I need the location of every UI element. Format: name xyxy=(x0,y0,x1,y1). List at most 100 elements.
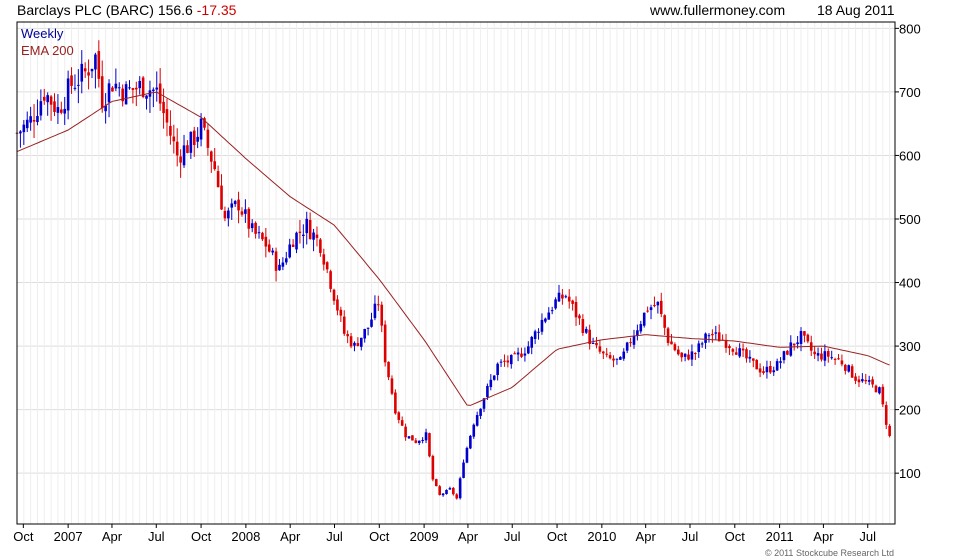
candle-body xyxy=(383,324,387,363)
candle-body xyxy=(741,348,745,351)
candle-body xyxy=(602,351,605,354)
candle-body xyxy=(625,342,629,351)
candle-body xyxy=(428,433,431,457)
candle-body xyxy=(162,101,165,114)
x-tick-label: 2011 xyxy=(766,529,794,544)
candle-body xyxy=(97,51,101,79)
candle-body xyxy=(523,353,527,356)
y-tick-label: 200 xyxy=(899,403,921,418)
candle-body xyxy=(206,129,210,148)
candle-body xyxy=(700,343,704,345)
candle-body xyxy=(114,83,118,89)
candle-body xyxy=(404,426,407,438)
candle-body xyxy=(394,392,397,414)
candle-body xyxy=(145,95,148,99)
candle-body xyxy=(550,310,554,312)
candle-body xyxy=(874,385,878,393)
candle-body xyxy=(199,118,203,140)
x-axis: Oct 2007 Apr Jul Oct 2008 Apr Jul Oct 2009 Apr Jul O… xyxy=(13,524,876,544)
candle-body xyxy=(462,462,465,478)
candle-body xyxy=(619,356,622,360)
copyright-notice: © 2011 Stockcube Research Ltd xyxy=(764,548,894,558)
candle-body xyxy=(90,68,94,72)
candle-body xyxy=(540,319,544,332)
candle-body xyxy=(209,151,213,162)
candle-body xyxy=(152,89,155,92)
candle-body xyxy=(421,439,424,441)
candle-body xyxy=(584,328,588,333)
candle-body xyxy=(77,84,80,86)
candle-body xyxy=(424,432,428,441)
candle-body xyxy=(417,440,421,444)
x-tick-label: 2010 xyxy=(587,529,616,544)
candle-body xyxy=(762,371,765,373)
candle-body xyxy=(547,312,551,320)
candle-body xyxy=(734,352,738,355)
candle-body xyxy=(227,210,230,219)
x-tick-label: Jul xyxy=(326,529,343,544)
candle-body xyxy=(131,88,135,90)
candle-body xyxy=(70,75,73,86)
candle-body xyxy=(257,232,261,234)
candle-body xyxy=(325,262,329,270)
candle-body xyxy=(346,334,349,337)
candle-body xyxy=(87,72,90,76)
candle-body xyxy=(469,435,472,449)
candle-body xyxy=(213,161,217,170)
candle-body xyxy=(128,87,131,89)
candle-body xyxy=(305,218,309,234)
candle-body xyxy=(557,292,561,302)
candle-body xyxy=(370,319,373,327)
candle-body xyxy=(66,78,70,111)
candle-body xyxy=(697,343,701,352)
candle-body xyxy=(799,330,803,344)
candle-body xyxy=(765,366,769,373)
x-tick-label: Jul xyxy=(504,529,521,544)
candle-body xyxy=(677,349,680,355)
candle-body xyxy=(452,487,455,495)
candle-body xyxy=(520,353,523,357)
candle-body xyxy=(707,335,711,337)
x-tick-label: Apr xyxy=(636,529,657,544)
y-tick-label: 500 xyxy=(899,212,921,227)
candle-body xyxy=(598,346,602,352)
candle-body xyxy=(302,234,305,236)
candle-body xyxy=(516,352,520,355)
candle-body xyxy=(850,366,854,378)
candle-body xyxy=(581,319,585,333)
candle-body xyxy=(445,489,448,495)
candle-body xyxy=(475,415,479,426)
candle-body xyxy=(250,223,254,229)
candle-body xyxy=(527,346,530,354)
candle-body xyxy=(458,478,462,499)
candle-body xyxy=(172,136,176,142)
candle-body xyxy=(724,339,728,348)
candle-body xyxy=(888,425,891,436)
candle-body xyxy=(441,493,445,496)
candle-body xyxy=(353,342,356,346)
candle-body xyxy=(605,353,609,355)
candle-body xyxy=(714,332,718,334)
candle-body xyxy=(775,361,779,371)
candle-body xyxy=(336,299,339,311)
candle-body xyxy=(281,262,285,267)
candle-body xyxy=(680,352,684,358)
candle-body xyxy=(267,244,271,252)
candle-body xyxy=(871,379,874,385)
x-tick-label: 2009 xyxy=(410,529,439,544)
candle-body xyxy=(244,209,247,214)
candle-body xyxy=(342,316,346,334)
candle-body xyxy=(857,379,861,383)
candle-body xyxy=(646,310,649,312)
candle-body xyxy=(533,331,537,339)
candle-body xyxy=(656,301,660,306)
candle-body xyxy=(19,131,22,134)
candle-body xyxy=(653,305,656,307)
candle-body xyxy=(138,80,142,89)
candle-body xyxy=(73,87,77,89)
candle-body xyxy=(329,271,332,289)
y-tick-label: 100 xyxy=(899,466,921,481)
candle-body xyxy=(42,96,46,101)
candle-body xyxy=(100,76,104,109)
candle-body xyxy=(431,456,435,480)
